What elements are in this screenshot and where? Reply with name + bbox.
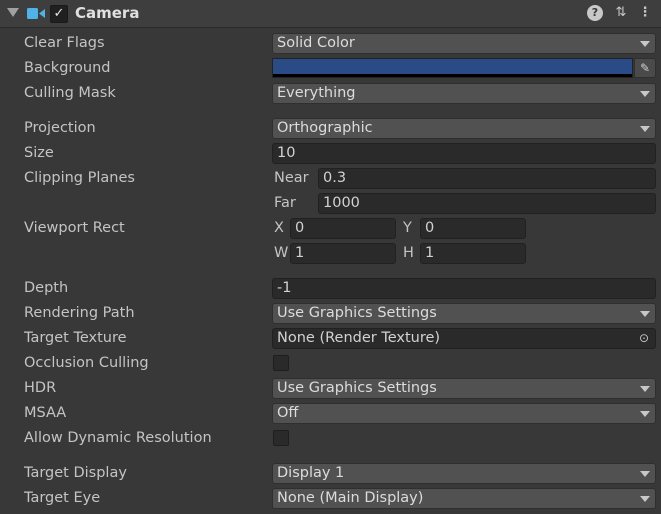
occlusion-culling-checkbox[interactable] [273, 355, 289, 371]
projection-value: Orthographic [277, 120, 373, 136]
target-texture-field[interactable]: None (Render Texture) ⊙ [272, 328, 656, 349]
clipping-planes-label: Clipping Planes [24, 170, 135, 186]
allow-dynamic-resolution-checkbox[interactable] [273, 430, 289, 446]
target-eye-value: None (Main Display) [277, 490, 424, 506]
chevron-down-icon [640, 496, 650, 502]
rendering-path-dropdown[interactable]: Use Graphics Settings [272, 303, 656, 324]
viewport-w-input[interactable]: 1 [290, 243, 396, 264]
component-header: ✓ Camera ? ⇅ ⋮ [0, 0, 661, 28]
viewport-y-input[interactable]: 0 [420, 218, 526, 239]
viewport-rect-label: Viewport Rect [24, 220, 125, 236]
background-color-swatch [273, 59, 632, 74]
hdr-value: Use Graphics Settings [277, 380, 437, 396]
viewport-w-label: W [274, 245, 289, 261]
camera-icon [27, 8, 45, 19]
viewport-x-input[interactable]: 0 [290, 218, 396, 239]
clear-flags-value: Solid Color [277, 35, 355, 51]
size-input[interactable]: 10 [272, 143, 656, 164]
hdr-dropdown[interactable]: Use Graphics Settings [272, 378, 656, 399]
culling-mask-value: Everything [277, 85, 356, 101]
clear-flags-dropdown[interactable]: Solid Color [272, 33, 656, 54]
background-label: Background [24, 60, 111, 76]
more-icon[interactable]: ⋮ [637, 5, 653, 21]
eyedropper-icon[interactable]: ✎ [634, 58, 656, 78]
target-display-dropdown[interactable]: Display 1 [272, 463, 656, 484]
background-alpha-bar [273, 74, 632, 77]
chevron-down-icon [640, 126, 650, 132]
far-input[interactable]: 1000 [318, 193, 656, 214]
target-texture-value: None (Render Texture) [277, 330, 441, 346]
projection-label: Projection [24, 120, 96, 136]
near-input[interactable]: 0.3 [318, 168, 656, 189]
viewport-h-label: H [403, 245, 414, 261]
culling-mask-label: Culling Mask [24, 85, 116, 101]
background-color-field[interactable] [272, 58, 633, 78]
component-title: Camera [75, 4, 140, 22]
chevron-down-icon [640, 41, 650, 47]
chevron-down-icon [640, 471, 650, 477]
target-display-label: Target Display [24, 465, 127, 481]
msaa-label: MSAA [24, 405, 67, 421]
help-icon[interactable]: ? [587, 5, 603, 21]
target-eye-dropdown[interactable]: None (Main Display) [272, 488, 656, 509]
chevron-down-icon [640, 91, 650, 97]
projection-dropdown[interactable]: Orthographic [272, 118, 656, 139]
target-display-value: Display 1 [277, 465, 345, 481]
component-enabled-checkbox[interactable]: ✓ [50, 5, 68, 23]
object-picker-icon[interactable]: ⊙ [637, 331, 651, 345]
depth-input[interactable]: -1 [272, 278, 656, 299]
culling-mask-dropdown[interactable]: Everything [272, 83, 656, 104]
presets-icon[interactable]: ⇅ [613, 5, 629, 21]
rendering-path-label: Rendering Path [24, 305, 135, 321]
target-eye-label: Target Eye [24, 490, 101, 506]
chevron-down-icon [640, 386, 650, 392]
msaa-value: Off [277, 405, 299, 421]
viewport-h-input[interactable]: 1 [420, 243, 526, 264]
target-texture-label: Target Texture [24, 330, 127, 346]
foldout-arrow-icon[interactable] [7, 8, 19, 17]
allow-dynamic-resolution-label: Allow Dynamic Resolution [24, 430, 212, 446]
viewport-y-label: Y [403, 220, 412, 236]
occlusion-culling-label: Occlusion Culling [24, 355, 149, 371]
hdr-label: HDR [24, 380, 57, 396]
chevron-down-icon [640, 411, 650, 417]
chevron-down-icon [640, 311, 650, 317]
far-label: Far [274, 195, 296, 211]
depth-label: Depth [24, 280, 69, 296]
size-label: Size [24, 145, 54, 161]
msaa-dropdown[interactable]: Off [272, 403, 656, 424]
clear-flags-label: Clear Flags [24, 35, 105, 51]
rendering-path-value: Use Graphics Settings [277, 305, 437, 321]
near-label: Near [274, 170, 309, 186]
viewport-x-label: X [274, 220, 284, 236]
